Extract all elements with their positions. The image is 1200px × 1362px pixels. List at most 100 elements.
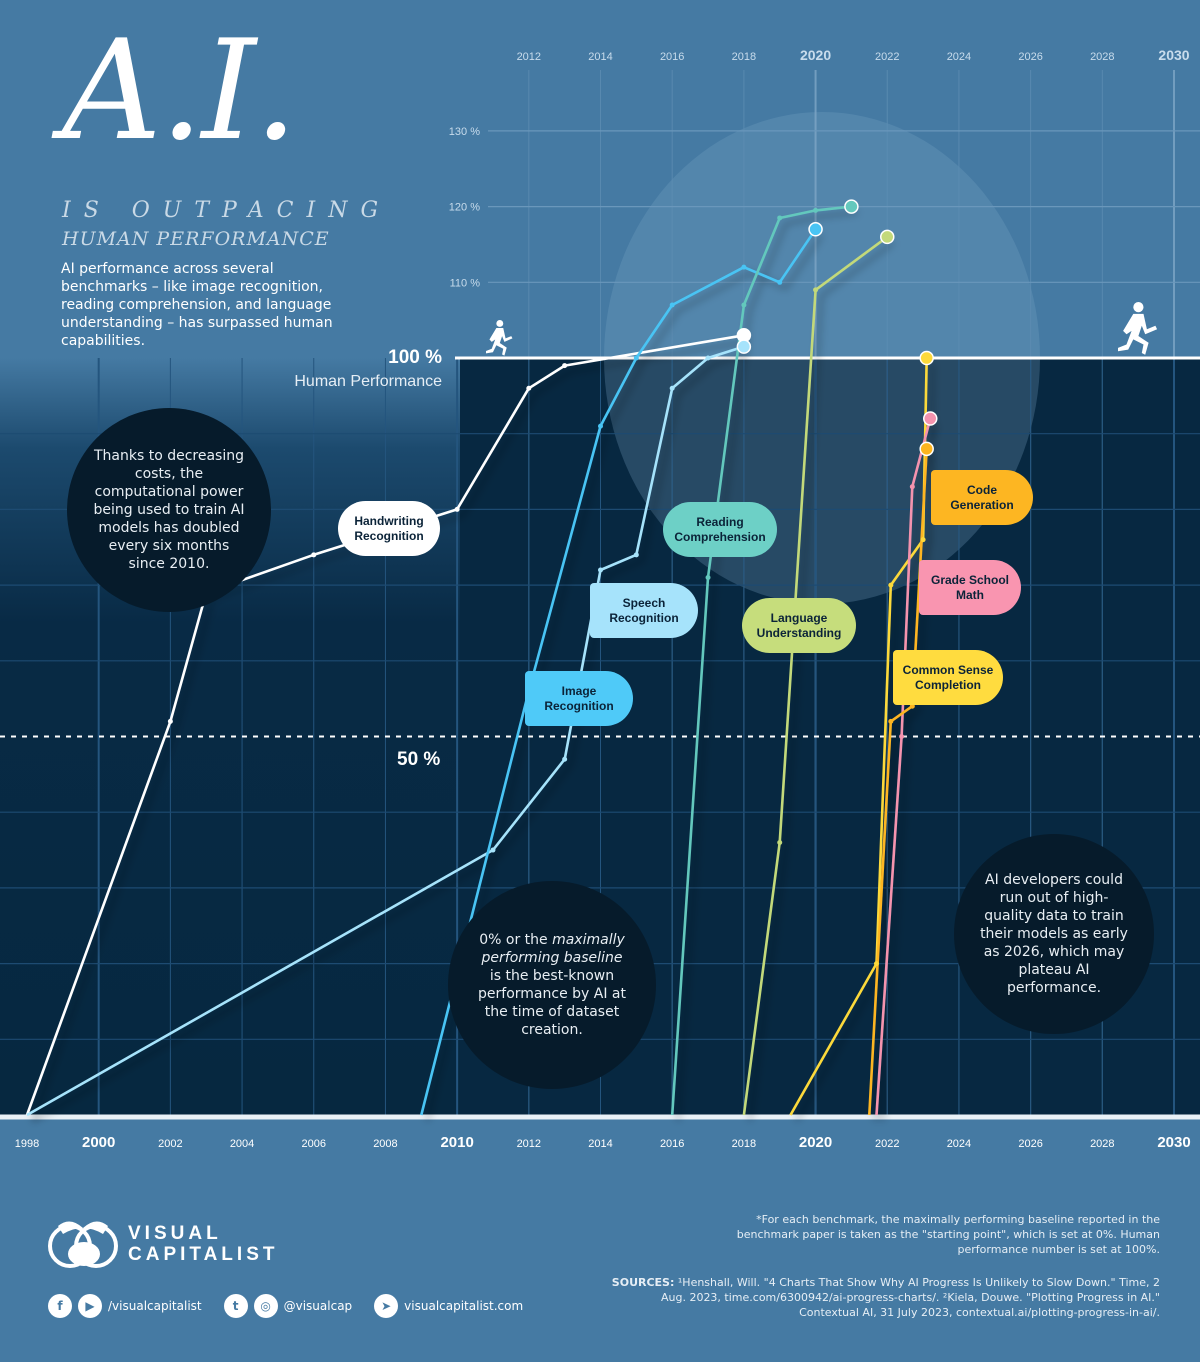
point-image-recognition: [633, 355, 639, 361]
cursor-icon[interactable]: ➤: [374, 1294, 399, 1318]
baseline-annotation: 0% or the maximally performing baseline …: [448, 881, 656, 1089]
point-speech-recognition: [598, 567, 603, 573]
x-tick-top: 2030: [1158, 47, 1189, 63]
x-tick-top: 2026: [1018, 51, 1042, 63]
x-tick-bottom: 2020: [799, 1134, 832, 1151]
twitter-icon[interactable]: t: [223, 1294, 248, 1318]
intro-text: AI performance across several benchmarks…: [61, 261, 333, 349]
point-language-understanding: [813, 287, 819, 293]
visual-capitalist-logo-icon: [48, 1221, 118, 1268]
social-handle-visualcap[interactable]: @visualcap: [284, 1299, 353, 1313]
brand-name: VISUAL CAPITALIST: [128, 1223, 279, 1265]
point-image-recognition: [598, 423, 603, 429]
instagram-icon[interactable]: ◎: [253, 1294, 278, 1318]
x-tick-bottom: 2016: [660, 1138, 684, 1150]
x-tick-bottom: 2018: [732, 1138, 756, 1150]
human-performance-value: 100 %: [388, 347, 442, 368]
label-language-understanding: Language Understanding: [742, 598, 856, 653]
runner-male-icon: [1118, 302, 1158, 355]
sources-label: SOURCES:: [611, 1276, 675, 1289]
label-speech-recognition: Speech Recognition: [590, 583, 698, 638]
label-code-generation: Code Generation: [931, 470, 1033, 525]
x-tick-bottom: 2010: [440, 1134, 473, 1151]
label-handwriting-recognition: Handwriting Recognition: [338, 501, 440, 556]
footnote: *For each benchmark, the maximally perfo…: [736, 1213, 1160, 1256]
runner-female-icon: [486, 320, 513, 356]
x-tick-top: 2018: [732, 51, 756, 63]
baseline-annotation-text: 0% or the maximally performing baseline …: [478, 932, 626, 1038]
x-tick-bottom: 2030: [1157, 1134, 1190, 1151]
endpoint-language-understanding: [880, 229, 895, 245]
x-tick-top: 2022: [875, 51, 899, 63]
point-common-sense-completion: [873, 961, 879, 967]
x-tick-bottom: 2012: [517, 1138, 541, 1150]
point-speech-recognition: [705, 355, 711, 361]
point-code-generation: [888, 718, 894, 724]
x-tick-top: 2012: [517, 51, 541, 63]
point-handwriting-recognition: [167, 718, 173, 724]
x-tick-bottom: 2008: [373, 1138, 397, 1150]
human-performance-label: Human Performance: [294, 373, 442, 390]
point-common-sense-completion: [888, 582, 894, 588]
point-reading-comprehension: [813, 207, 819, 213]
point-image-recognition: [777, 279, 783, 285]
x-tick-bottom: 2022: [875, 1138, 899, 1150]
point-reading-comprehension: [777, 215, 783, 221]
point-handwriting-recognition: [526, 385, 532, 391]
website-link[interactable]: visualcapitalist.com: [404, 1299, 523, 1313]
point-speech-recognition: [633, 552, 639, 558]
x-tick-top: 2020: [800, 47, 831, 63]
data-annotation: AI developers could run out of high-qual…: [954, 834, 1154, 1034]
endpoint-code-generation: [919, 441, 934, 457]
label-common-sense-completion: Common Sense Completion: [893, 650, 1003, 705]
compute-annotation: Thanks to decreasing costs, the computat…: [67, 408, 271, 612]
x-tick-top: 2014: [588, 51, 612, 63]
subtitle-line1: IS OUTPACING: [62, 198, 392, 223]
point-grade-school-math: [909, 484, 915, 490]
point-grade-school-math: [899, 734, 905, 739]
y-tick: 120 %: [449, 202, 480, 214]
point-language-understanding: [777, 839, 783, 845]
point-handwriting-recognition: [311, 552, 317, 558]
x-tick-bottom: 2004: [230, 1138, 254, 1150]
subtitle-line2: HUMAN PERFORMANCE: [62, 228, 330, 250]
data-annotation-text: AI developers could run out of high-qual…: [980, 872, 1128, 996]
x-tick-top: 2028: [1090, 51, 1114, 63]
compute-annotation-text: Thanks to decreasing costs, the computat…: [93, 448, 245, 572]
x-tick-bottom: 2026: [1018, 1138, 1042, 1150]
endpoint-common-sense-completion: [919, 350, 934, 366]
fifty-percent-label: 50 %: [397, 749, 441, 770]
main-title: A.I.: [62, 10, 298, 171]
endpoint-grade-school-math: [923, 411, 938, 426]
point-image-recognition: [669, 302, 675, 308]
youtube-icon[interactable]: ▶: [78, 1294, 102, 1318]
x-tick-bottom: 2014: [588, 1138, 612, 1150]
brand-logo[interactable]: VISUAL CAPITALIST: [48, 1216, 278, 1272]
y-tick: 110 %: [450, 277, 481, 289]
social-handle-visualcapitalist[interactable]: /visualcapitalist: [108, 1299, 202, 1313]
x-tick-top: 2016: [660, 51, 684, 63]
point-reading-comprehension: [741, 302, 747, 308]
facebook-icon[interactable]: f: [48, 1294, 72, 1318]
social-links: f ▶ /visualcapitalist t ◎ @visualcap ➤ v…: [48, 1294, 545, 1318]
point-speech-recognition: [669, 385, 675, 391]
x-tick-bottom: 2024: [947, 1138, 971, 1150]
x-tick-bottom: 2000: [82, 1134, 115, 1151]
x-tick-bottom: 2006: [302, 1138, 326, 1150]
x-tick-bottom: 2002: [158, 1138, 182, 1150]
point-reading-comprehension: [705, 575, 711, 581]
endpoint-speech-recognition: [736, 339, 752, 354]
point-handwriting-recognition: [562, 363, 568, 369]
x-tick-bottom: 1998: [15, 1138, 39, 1150]
x-tick-bottom: 2028: [1090, 1138, 1114, 1150]
point-handwriting-recognition: [454, 506, 460, 512]
x-tick-top: 2024: [947, 51, 971, 63]
endpoint-reading-comprehension: [844, 199, 859, 214]
label-grade-school-math: Grade School Math: [919, 560, 1021, 615]
point-speech-recognition: [562, 756, 568, 762]
label-reading-comprehension: Reading Comprehension: [663, 502, 777, 557]
point-speech-recognition: [490, 847, 496, 853]
y-tick: 130 %: [449, 126, 480, 138]
sources-text: ¹Henshall, Will. "4 Charts That Show Why…: [660, 1276, 1160, 1319]
endpoint-image-recognition: [808, 222, 823, 237]
